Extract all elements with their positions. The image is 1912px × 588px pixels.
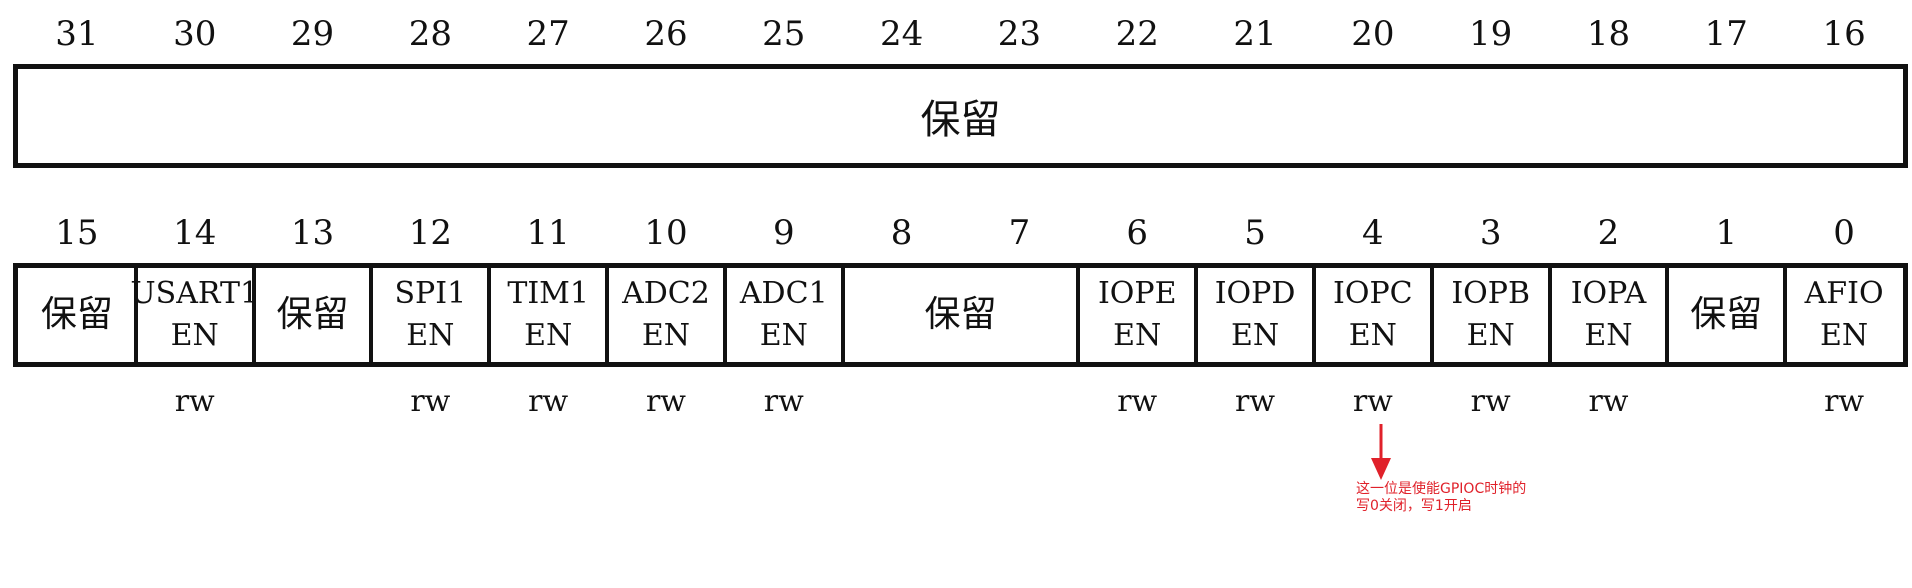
field-name-line-1: 保留 [276,294,349,335]
field-name-line-2: EN [1348,318,1397,353]
bit-field: SPI1 EN [371,268,489,362]
bit-field: AFIO EN [1785,268,1903,362]
access-label: rw [1352,384,1393,419]
bit-number: 16 [1822,14,1866,54]
field-name-line-1: 保留 [40,294,113,335]
register-high-half: 保留 [13,64,1908,168]
field-name-line-1: IOPA [1570,276,1647,311]
field-name-line-2: EN [1113,318,1162,353]
field-name-line-2: EN [1230,318,1280,353]
access-label: rw [528,384,569,419]
field-name-line-1: IOPE [1097,276,1177,311]
field-name-line-1: ADC2 [622,276,710,311]
field-name-line-1: USART1 [130,276,260,311]
reserved-field: 保留 [843,268,1079,362]
bit-number: 15 [55,213,99,253]
bit-number: 27 [526,14,570,54]
field-name-line-1: 保留 [924,294,997,335]
register-low-half: 保留 USART1 EN 保留 SPI1 EN TIM1 EN ADC2 EN ADC1 EN 保留 IO… [13,263,1908,367]
bit-field: IOPB EN [1432,268,1550,362]
field-name-line-1: IOPB [1451,276,1530,311]
bit-number: 31 [55,14,99,54]
bit-number: 19 [1469,14,1513,54]
bit-number: 24 [879,14,924,54]
bit-number: 23 [997,14,1042,54]
bit-field: IOPE EN [1078,268,1196,362]
field-name-line-2: EN [524,318,573,353]
field-name-line-2: EN [759,318,808,353]
bit-number: 26 [644,14,688,54]
access-label: rw [1117,384,1158,419]
bit-field: USART1 EN [130,268,259,362]
bit-number: 20 [1351,14,1395,54]
bit-field: TIM1 EN [489,268,607,362]
field-name-line-1: TIM1 [507,276,589,311]
bit-number: 3 [1479,213,1502,253]
bit-number: 14 [173,213,217,253]
iopc-annotation: 这一位是使能GPIOC时钟的 写0关闭，写1开启 [1356,481,1526,515]
annotation-line-2: 写0关闭，写1开启 [1356,498,1472,514]
annotation-arrow-icon [1371,424,1391,480]
access-label: rw [174,384,215,419]
field-name-line-1: SPI1 [394,276,467,311]
bit-number: 29 [290,14,335,54]
bit-number: 18 [1586,14,1631,54]
bit-number: 1 [1715,213,1738,253]
bit-number: 5 [1244,213,1266,253]
bit-number: 13 [290,213,335,253]
access-label: rw [1824,384,1865,419]
field-name-line-1: 保留 [1690,294,1763,335]
bit-number: 9 [772,213,795,253]
bit-number: 6 [1126,213,1149,253]
field-name-line-1: IOPD [1214,276,1296,311]
bit-field: IOPC EN [1314,268,1432,362]
bit-number: 10 [644,213,688,253]
field-name-line-2: EN [641,318,691,353]
bit-number: 4 [1362,213,1384,253]
field-name-line-2: EN [1466,318,1515,353]
bit-number: 2 [1597,213,1620,253]
access-label: rw [1470,384,1511,419]
bit-number: 12 [408,213,452,253]
reserved-field: 保留 [18,268,136,362]
access-label: rw [763,384,804,419]
bit-field: ADC1 EN [725,268,843,362]
bit-number: 11 [526,213,570,253]
bit-field: ADC2 EN [607,268,725,362]
bit-field: IOPD EN [1196,268,1314,362]
annotation-line-1: 这一位是使能GPIOC时钟的 [1356,481,1527,497]
bit-number: 17 [1704,14,1748,54]
field-name-line-1: AFIO [1804,276,1884,311]
bit-number: 28 [408,14,452,54]
reserved-field-high: 保留 [920,97,1001,143]
field-name-line-1: ADC1 [739,276,828,311]
bit-number: 7 [1008,213,1031,253]
access-label: rw [1588,384,1629,419]
bit-number: 8 [890,213,913,253]
reserved-field: 保留 [1667,268,1785,362]
bit-field: IOPA EN [1550,268,1668,362]
bit-number: 22 [1115,14,1159,54]
reserved-field: 保留 [254,268,372,362]
access-label: rw [645,384,686,419]
field-name-line-2: EN [1584,318,1633,353]
access-label: rw [410,384,451,419]
field-name-line-1: IOPC [1333,276,1413,311]
bit-number: 25 [762,14,806,54]
field-name-line-2: EN [1820,318,1869,353]
bit-number: 21 [1233,14,1277,54]
access-label: rw [1235,384,1276,419]
field-name-line-2: EN [406,318,455,353]
bit-number: 0 [1833,213,1855,253]
bit-number: 30 [173,14,217,54]
field-name-line-2: EN [170,318,219,353]
